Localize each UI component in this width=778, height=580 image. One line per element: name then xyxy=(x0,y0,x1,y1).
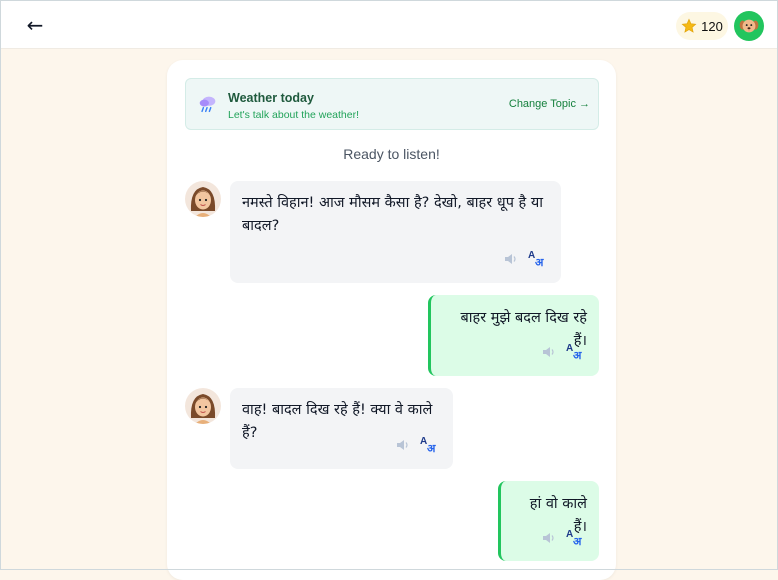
star-icon xyxy=(681,18,697,33)
message-actions: A अ xyxy=(396,436,438,455)
speaker-icon[interactable] xyxy=(542,346,556,358)
points-count: 120 xyxy=(701,18,723,34)
translate-icon[interactable]: A अ xyxy=(528,250,546,269)
points-badge: 120 xyxy=(676,12,728,40)
status-text: Ready to listen! xyxy=(343,146,440,162)
topic-subtitle: Let's talk about the weather! xyxy=(228,109,360,121)
tutor-avatar xyxy=(185,181,221,217)
message-actions: A अ xyxy=(542,529,584,548)
speaker-icon[interactable] xyxy=(504,253,518,265)
message-text: नमस्ते विहान! आज मौसम कैसा है? देखो, बाह… xyxy=(242,195,544,234)
arrow-left-icon: ← xyxy=(26,13,44,37)
tutor-avatar-icon xyxy=(190,187,216,217)
profile-avatar-button[interactable] xyxy=(734,11,764,41)
topic-banner: Weather today Let's talk about the weath… xyxy=(185,78,599,130)
change-topic-button[interactable]: Change Topic → xyxy=(509,98,590,110)
speaker-icon[interactable] xyxy=(542,532,556,544)
back-button[interactable]: ← xyxy=(22,12,48,38)
tutor-message: वाह! बादल दिख रहे हैं! क्या वे काले हैं? xyxy=(230,388,453,469)
topic-title: Weather today xyxy=(228,91,314,105)
translate-icon[interactable]: A अ xyxy=(566,529,584,548)
dog-avatar-icon xyxy=(739,19,759,33)
tutor-avatar xyxy=(185,388,221,424)
message-actions: A अ xyxy=(504,250,546,269)
translate-icon[interactable]: A अ xyxy=(566,343,584,362)
speaker-icon[interactable] xyxy=(396,439,410,451)
user-message: हां वो काले हैं। xyxy=(498,481,599,561)
top-bar: ← 120 xyxy=(0,0,778,49)
translate-icon[interactable]: A अ xyxy=(420,436,438,455)
rain-cloud-icon xyxy=(199,96,216,113)
message-actions: A अ xyxy=(542,343,584,362)
tutor-avatar-icon xyxy=(190,394,216,424)
user-message: बाहर मुझे बदल दिख रहे हैं। xyxy=(428,295,599,376)
